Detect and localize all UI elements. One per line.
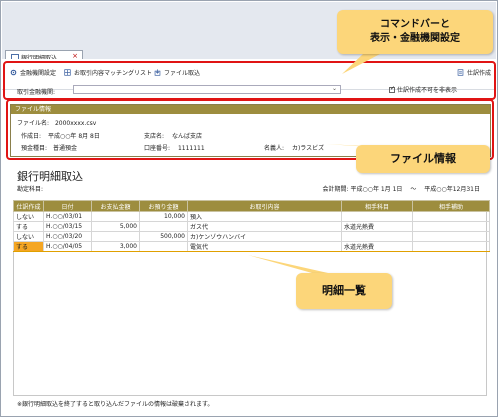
callout-line2: 表示・金融機関設定 [370, 33, 460, 44]
command-bar-callout: コマンドバーと 表示・金融機関設定 [337, 10, 493, 54]
list-callout: 明細一覧 [296, 273, 392, 309]
top-callout-pointer [342, 54, 380, 74]
callout-line1: コマンドバーと [380, 19, 450, 30]
list-callout-pointer [248, 255, 328, 273]
file-info-callout: ファイル情報 [356, 145, 490, 173]
callout-pointers [248, 54, 400, 273]
